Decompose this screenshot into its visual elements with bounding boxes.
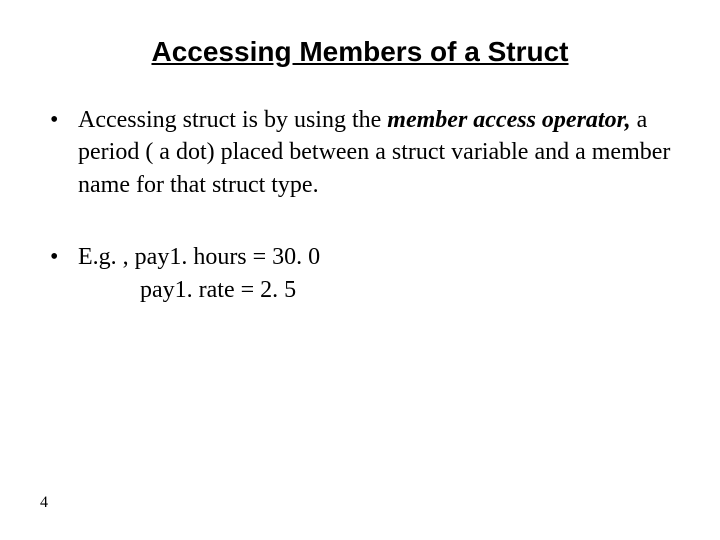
- slide-title: Accessing Members of a Struct: [44, 36, 676, 68]
- bullet-2: E.g. , pay1. hours = 30. 0: [44, 241, 676, 273]
- page-number: 4: [40, 494, 48, 512]
- bullet-2-line2: pay1. rate = 2. 5: [44, 274, 676, 306]
- bullet-1: Accessing struct is by using the member …: [44, 104, 676, 201]
- bullet-1-pre: Accessing struct is by using the: [78, 107, 387, 133]
- bullet-1-emph: member access operator,: [387, 107, 630, 133]
- bullet-2-lead: E.g. , pay1. hours = 30. 0: [78, 244, 320, 270]
